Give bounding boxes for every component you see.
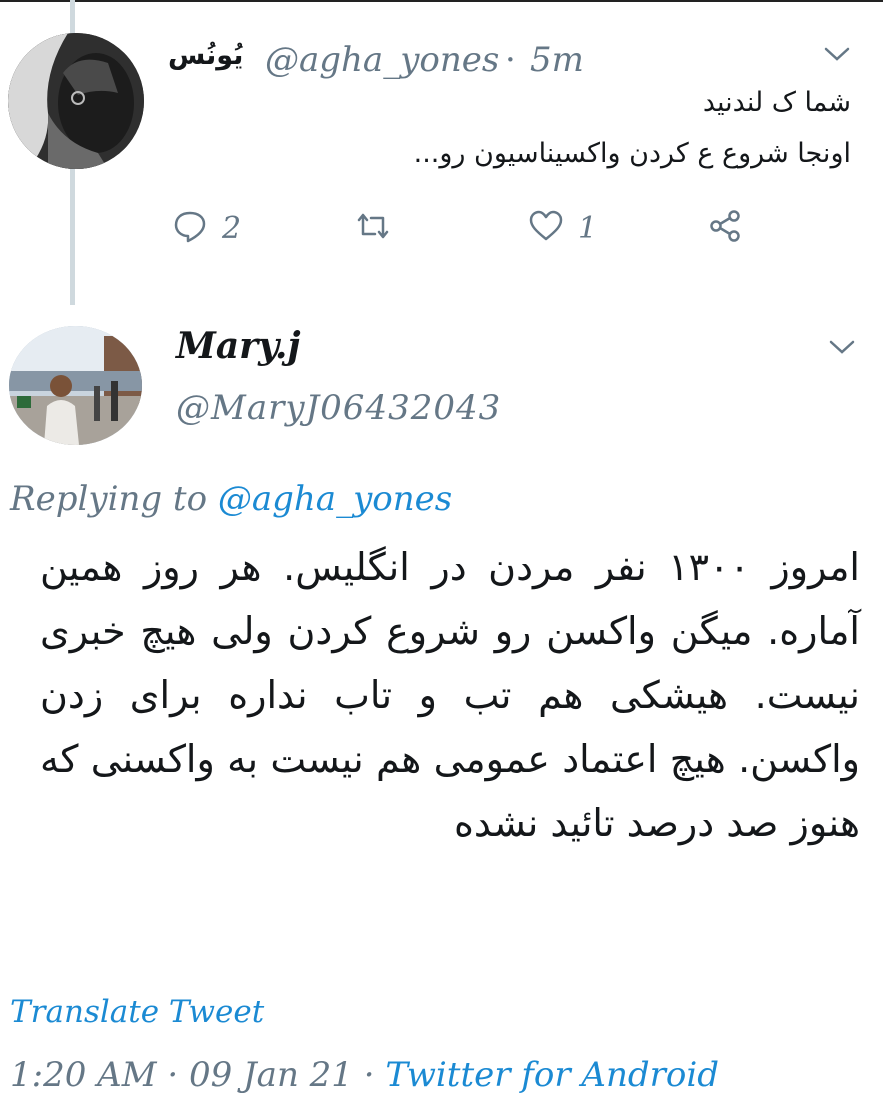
tweet-timestamp[interactable]: 5m (530, 40, 584, 80)
user-handle[interactable]: @MaryJ06432043 (176, 388, 501, 428)
reply-icon (172, 208, 208, 248)
reply-button[interactable]: 2 (172, 208, 241, 248)
reply-count: 2 (222, 210, 242, 246)
tweet-text-line: شما ک لندنید (702, 87, 851, 118)
avatar[interactable] (9, 326, 142, 445)
separator-dot: · (363, 1055, 375, 1095)
tweet-metadata: 1:20 AM · 09 Jan 21 · Twitter for Androi… (10, 1055, 719, 1095)
replying-mention-link[interactable]: @agha_yones (218, 479, 452, 519)
tweet-body-text: امروز ۱۳۰۰ نفر مردن در انگلیس. هر روز هم… (40, 545, 860, 845)
separator-dot: · (505, 40, 516, 80)
retweet-button[interactable] (355, 208, 391, 248)
display-name[interactable]: Mary.j (176, 325, 301, 367)
like-icon (528, 208, 564, 248)
replying-to: Replying to @agha_yones (10, 479, 452, 519)
chevron-down-icon[interactable] (827, 337, 857, 357)
top-divider (0, 0, 883, 2)
separator-dot: · (167, 1055, 179, 1095)
tweet-text-line: اونجا شروع ع کردن واکسیناسیون رو... (413, 138, 851, 169)
replying-label: Replying to (10, 479, 208, 519)
avatar[interactable] (8, 33, 144, 169)
tweet-time: 1:20 AM (10, 1055, 157, 1095)
share-button[interactable] (707, 208, 743, 248)
share-icon (707, 208, 743, 248)
tweet-source-link[interactable]: Twitter for Android (385, 1055, 719, 1095)
avatar-photo-icon (8, 33, 144, 169)
chevron-down-icon[interactable] (822, 44, 852, 64)
display-name[interactable]: یُونُس (168, 40, 243, 71)
like-button[interactable]: 1 (528, 208, 597, 248)
retweet-icon (355, 208, 391, 248)
user-handle[interactable]: @agha_yones (265, 40, 499, 80)
avatar-photo-icon (9, 326, 142, 445)
tweet-date: 09 Jan 21 (188, 1055, 353, 1095)
like-count: 1 (578, 210, 598, 246)
translate-tweet-link[interactable]: Translate Tweet (10, 994, 264, 1030)
